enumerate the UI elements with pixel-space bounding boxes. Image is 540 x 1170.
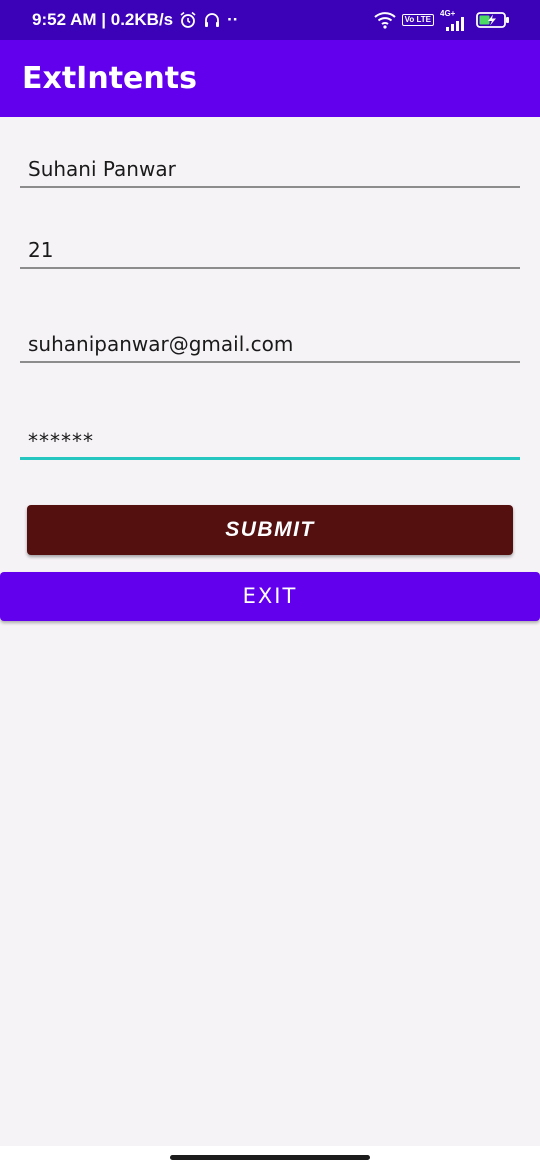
age-field[interactable]: 21 [20, 232, 520, 269]
exit-button[interactable]: EXIT [0, 572, 540, 621]
status-right-group: Vo LTE 4G+ [373, 0, 510, 40]
app-title: ExtIntents [22, 61, 197, 96]
cellular-signal-icon: 4G+ [440, 9, 470, 31]
password-field-value: ****** [28, 429, 94, 453]
status-left-group: 9:52 AM | 0.2KB/s ·· [32, 0, 238, 40]
volte-icon: Vo LTE [401, 14, 434, 26]
status-bar: 9:52 AM | 0.2KB/s ·· Vo LTE 4G+ [0, 0, 540, 40]
more-notifications-icon: ·· [227, 10, 239, 29]
email-field-value: suhanipanwar@gmail.com [28, 332, 294, 356]
submit-button[interactable]: SUBMIT [27, 505, 513, 555]
alarm-icon [179, 11, 197, 29]
battery-charging-icon [476, 12, 510, 28]
submit-button-label: SUBMIT [225, 518, 315, 541]
name-field-value: Suhani Panwar [28, 157, 176, 181]
headset-icon [203, 11, 221, 29]
exit-button-label: EXIT [242, 584, 298, 608]
age-field-value: 21 [28, 238, 54, 262]
home-gesture-handle[interactable] [170, 1155, 370, 1160]
password-field[interactable]: ****** [20, 420, 520, 460]
email-field[interactable]: suhanipanwar@gmail.com [20, 320, 520, 363]
name-field[interactable]: Suhani Panwar [20, 150, 520, 188]
wifi-icon [373, 11, 396, 29]
status-time-speed: 9:52 AM | 0.2KB/s [32, 10, 174, 29]
app-bar: ExtIntents [0, 40, 540, 117]
